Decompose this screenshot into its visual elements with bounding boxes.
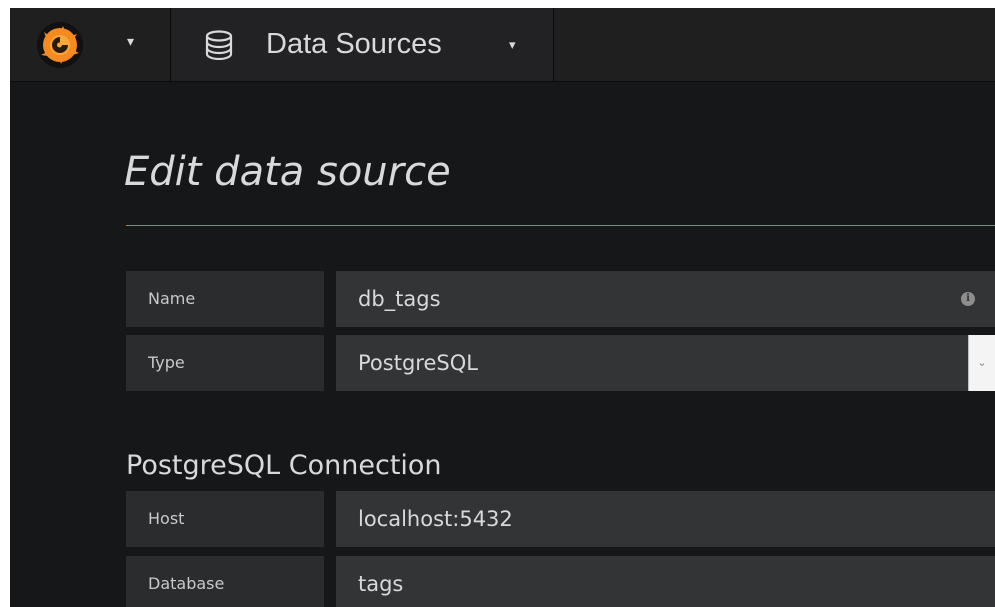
data-sources-menu-button[interactable]: Data Sources ▾ bbox=[172, 8, 554, 81]
name-label: Name bbox=[126, 271, 324, 327]
name-input[interactable]: db_tags i bbox=[336, 271, 995, 327]
page-title: Edit data source bbox=[124, 149, 451, 195]
select-arrow-icon[interactable]: ⌄ bbox=[968, 335, 995, 391]
host-input[interactable]: localhost:5432 bbox=[336, 491, 995, 547]
title-divider bbox=[126, 225, 995, 226]
top-navbar: ▾ Data Sources ▾ bbox=[10, 8, 995, 82]
host-label: Host bbox=[126, 491, 324, 547]
type-select-value: PostgreSQL bbox=[358, 351, 478, 375]
grafana-logo-icon bbox=[37, 22, 83, 68]
data-sources-menu-label: Data Sources bbox=[266, 28, 442, 60]
connection-section-heading: PostgreSQL Connection bbox=[126, 450, 442, 481]
name-input-value: db_tags bbox=[358, 287, 441, 311]
host-input-value: localhost:5432 bbox=[358, 507, 513, 531]
grafana-logo-menu-button[interactable]: ▾ bbox=[10, 8, 171, 81]
logo-caret-icon: ▾ bbox=[127, 34, 135, 50]
grafana-app: ▾ Data Sources ▾ Edit data source Name d… bbox=[10, 8, 995, 607]
type-select[interactable]: PostgreSQL ⌄ bbox=[336, 335, 995, 391]
chevron-down-icon: ▾ bbox=[509, 38, 516, 53]
info-icon[interactable]: i bbox=[961, 292, 975, 306]
database-input-value: tags bbox=[358, 572, 404, 596]
screenshot-frame: ▾ Data Sources ▾ Edit data source Name d… bbox=[0, 0, 995, 607]
database-label: Database bbox=[126, 556, 324, 607]
type-label: Type bbox=[126, 335, 324, 391]
database-input[interactable]: tags bbox=[336, 556, 995, 607]
database-icon bbox=[205, 30, 233, 60]
